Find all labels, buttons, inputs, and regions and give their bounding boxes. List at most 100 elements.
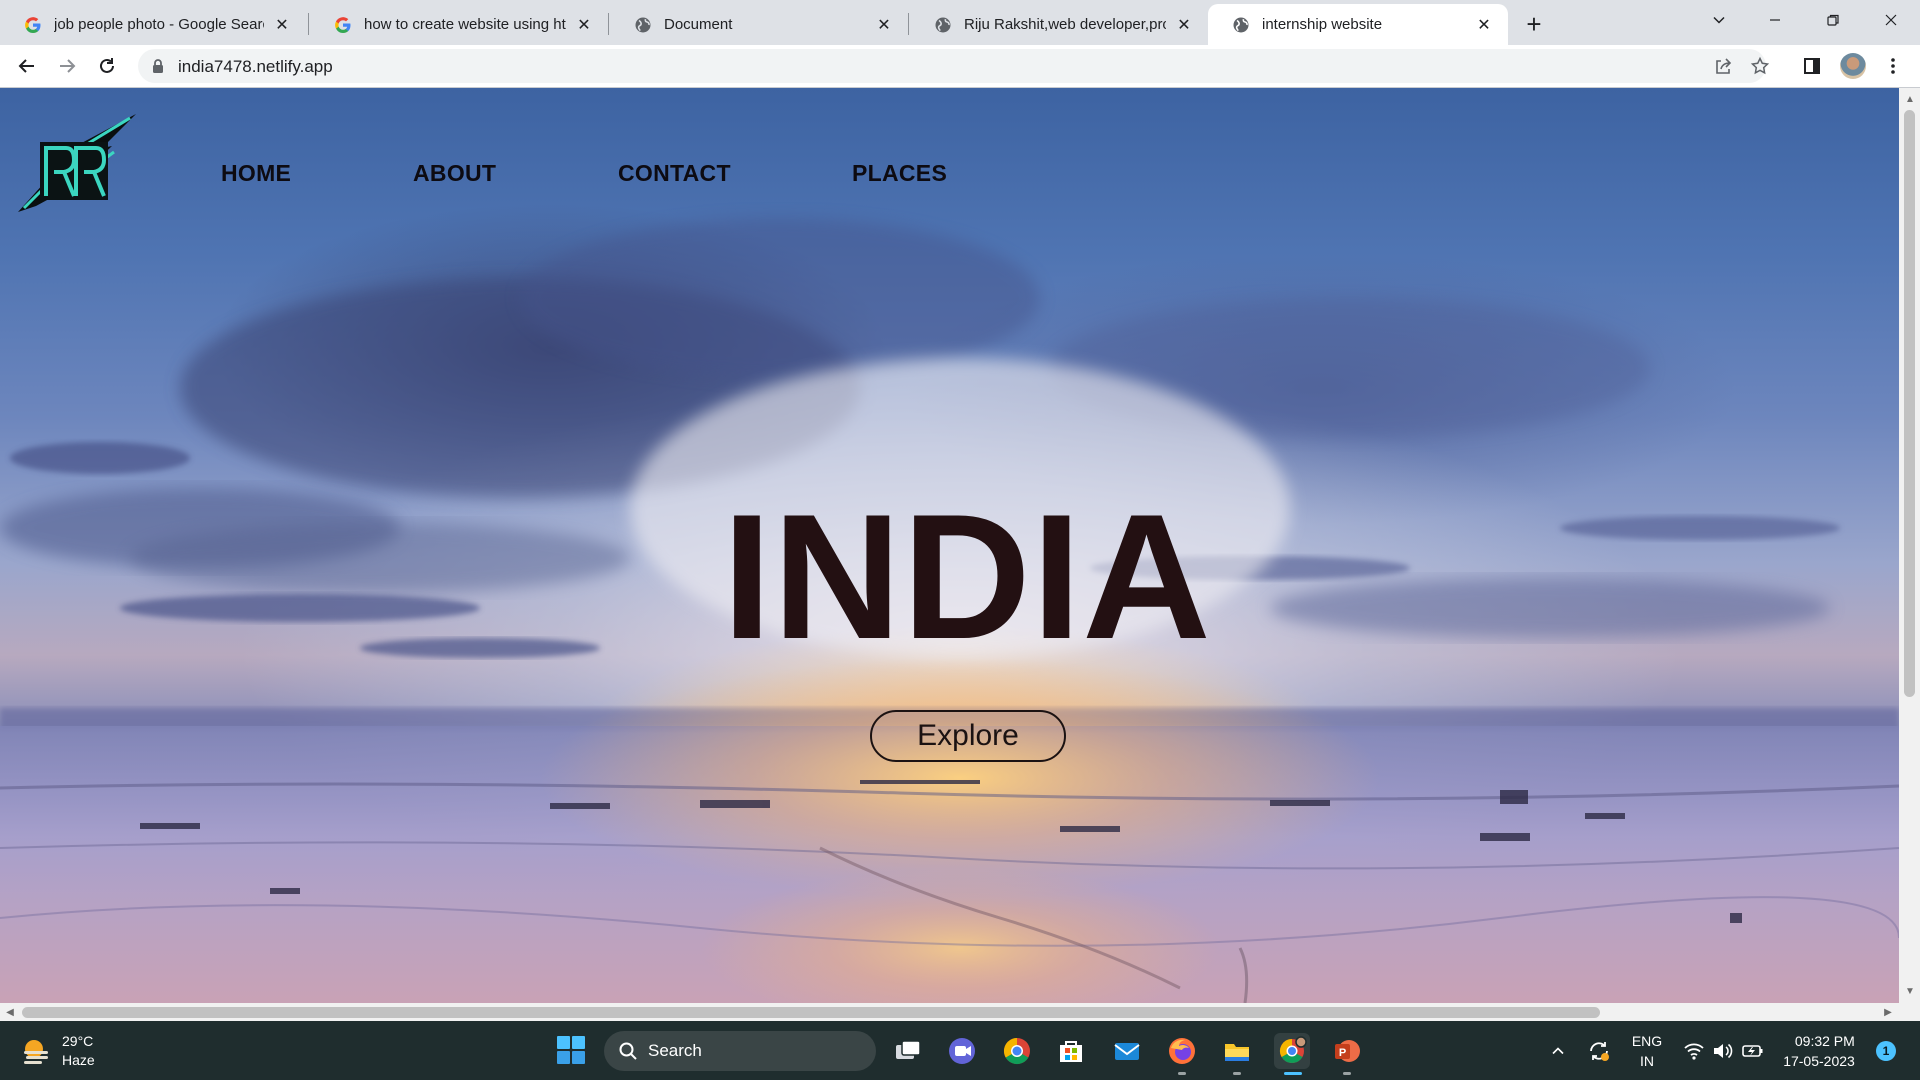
file-explorer-icon bbox=[1225, 1044, 1249, 1061]
close-window-button[interactable] bbox=[1868, 4, 1914, 36]
clock-date: 17-05-2023 bbox=[1783, 1052, 1855, 1069]
close-icon[interactable]: ✕ bbox=[874, 15, 894, 35]
running-indicator bbox=[1178, 1072, 1186, 1075]
firefox-icon bbox=[1169, 1038, 1195, 1064]
tab-internship-website[interactable]: internship website ✕ bbox=[1208, 4, 1508, 45]
mail-icon bbox=[1114, 1043, 1140, 1060]
scroll-up-arrow-icon[interactable]: ▲ bbox=[1902, 91, 1918, 107]
tab-separator bbox=[908, 13, 909, 35]
restore-icon bbox=[1827, 14, 1839, 26]
search-label: Search bbox=[648, 1041, 702, 1060]
chrome-icon bbox=[1003, 1037, 1030, 1065]
back-button[interactable] bbox=[12, 51, 42, 81]
new-tab-button[interactable]: + bbox=[1520, 9, 1548, 39]
sync-tray-button[interactable] bbox=[1584, 1021, 1614, 1080]
sun-haze-icon bbox=[24, 1040, 48, 1064]
arrow-left-icon bbox=[18, 59, 34, 73]
chrome-button[interactable] bbox=[999, 1033, 1035, 1069]
running-indicator bbox=[1343, 1072, 1351, 1075]
search-icon bbox=[619, 1042, 637, 1060]
browser-tab-strip: job people photo - Google Searc ✕ how to… bbox=[0, 0, 1920, 45]
globe-icon bbox=[634, 16, 652, 34]
notification-center-button[interactable]: 1 bbox=[1874, 1021, 1898, 1080]
browser-toolbar: india7478.netlify.app bbox=[0, 45, 1920, 88]
minimize-button[interactable] bbox=[1752, 4, 1798, 36]
teams-button[interactable] bbox=[944, 1033, 980, 1069]
share-button[interactable] bbox=[1708, 51, 1738, 81]
vertical-scroll-thumb[interactable] bbox=[1904, 110, 1915, 697]
tab-separator bbox=[608, 13, 609, 35]
restore-button[interactable] bbox=[1810, 4, 1856, 36]
close-icon[interactable]: ✕ bbox=[272, 15, 292, 35]
scroll-down-arrow-icon[interactable]: ▼ bbox=[1902, 983, 1918, 999]
language-line2: IN bbox=[1640, 1052, 1654, 1069]
powerpoint-icon: P bbox=[1335, 1040, 1360, 1062]
tab-google-search[interactable]: job people photo - Google Searc ✕ bbox=[0, 4, 306, 45]
tab-document[interactable]: Document ✕ bbox=[610, 4, 908, 45]
weather-widget[interactable]: 29°C Haze bbox=[20, 1031, 95, 1071]
taskbar-search[interactable]: Search bbox=[604, 1031, 876, 1071]
globe-icon bbox=[1232, 16, 1250, 34]
tab-search-button[interactable] bbox=[1696, 4, 1742, 36]
avatar bbox=[1840, 53, 1866, 79]
menu-button[interactable] bbox=[1878, 51, 1908, 81]
close-icon[interactable]: ✕ bbox=[574, 15, 594, 35]
scroll-left-arrow-icon[interactable]: ◀ bbox=[2, 1004, 18, 1020]
tab-html-tutorial[interactable]: how to create website using html ✕ bbox=[310, 4, 608, 45]
store-icon bbox=[1060, 1041, 1082, 1062]
nav-contact[interactable]: CONTACT bbox=[618, 160, 731, 187]
close-icon[interactable]: ✕ bbox=[1474, 15, 1494, 35]
lock-icon[interactable] bbox=[150, 58, 166, 74]
address-bar[interactable]: india7478.netlify.app bbox=[138, 49, 1770, 83]
vertical-scrollbar[interactable]: ▲ ▼ bbox=[1899, 88, 1920, 1003]
horizontal-scrollbar[interactable]: ◀ ▶ bbox=[0, 1003, 1899, 1021]
sync-icon bbox=[1590, 1041, 1609, 1061]
weather-temp: 29°C bbox=[62, 1033, 94, 1049]
file-explorer-button[interactable] bbox=[1219, 1033, 1255, 1075]
battery-button[interactable] bbox=[1738, 1021, 1768, 1080]
forward-button[interactable] bbox=[52, 51, 82, 81]
explore-button[interactable]: Explore bbox=[870, 710, 1066, 762]
reload-button[interactable] bbox=[92, 51, 122, 81]
volume-icon bbox=[1714, 1043, 1733, 1058]
url-text[interactable]: india7478.netlify.app bbox=[178, 57, 333, 77]
nav-places[interactable]: PLACES bbox=[852, 160, 947, 187]
google-icon bbox=[24, 16, 42, 34]
profile-button[interactable] bbox=[1838, 51, 1868, 81]
rr-logo[interactable] bbox=[14, 112, 140, 216]
chrome-profile-icon bbox=[1279, 1036, 1307, 1064]
side-panel-button[interactable] bbox=[1797, 51, 1827, 81]
google-icon bbox=[334, 16, 352, 34]
network-button[interactable] bbox=[1680, 1021, 1708, 1080]
windows-start-icon[interactable] bbox=[556, 1035, 586, 1065]
star-icon bbox=[1750, 56, 1770, 75]
nav-home[interactable]: HOME bbox=[221, 160, 291, 187]
svg-text:P: P bbox=[1339, 1047, 1346, 1059]
show-hidden-icons-button[interactable] bbox=[1546, 1021, 1570, 1080]
scroll-right-arrow-icon[interactable]: ▶ bbox=[1880, 1004, 1896, 1020]
bookmark-button[interactable] bbox=[1745, 51, 1775, 81]
language-line1: ENG bbox=[1631, 1032, 1663, 1049]
reload-icon bbox=[100, 58, 114, 73]
language-indicator[interactable]: ENG IN bbox=[1626, 1021, 1668, 1080]
powerpoint-button[interactable]: P bbox=[1329, 1033, 1365, 1075]
page-hero-section: HOME ABOUT CONTACT PLACES INDIA Explore bbox=[0, 88, 1899, 1003]
tab-title: job people photo - Google Searc bbox=[54, 16, 264, 33]
store-button[interactable] bbox=[1053, 1033, 1089, 1069]
clock-time: 09:32 PM bbox=[1794, 1032, 1855, 1049]
volume-button[interactable] bbox=[1708, 1021, 1736, 1080]
close-icon[interactable]: ✕ bbox=[1174, 15, 1194, 35]
weather-text: 29°C Haze bbox=[62, 1032, 95, 1070]
tab-riju-rakshit[interactable]: Riju Rakshit,web developer,progr ✕ bbox=[910, 4, 1208, 45]
chrome-profile-button[interactable] bbox=[1274, 1033, 1310, 1075]
horizontal-scroll-thumb[interactable] bbox=[22, 1007, 1600, 1018]
nav-about[interactable]: ABOUT bbox=[413, 160, 496, 187]
windows-taskbar: 29°C Haze Search P ENG IN 09:32 PM 17-05… bbox=[0, 1021, 1920, 1080]
scrollbar-corner bbox=[1899, 1003, 1920, 1021]
firefox-button[interactable] bbox=[1164, 1033, 1200, 1075]
clock[interactable]: 09:32 PM 17-05-2023 bbox=[1776, 1021, 1862, 1080]
task-view-button[interactable] bbox=[890, 1033, 926, 1069]
minimize-icon bbox=[1770, 19, 1780, 21]
mail-button[interactable] bbox=[1109, 1033, 1145, 1069]
close-icon bbox=[1885, 14, 1897, 26]
